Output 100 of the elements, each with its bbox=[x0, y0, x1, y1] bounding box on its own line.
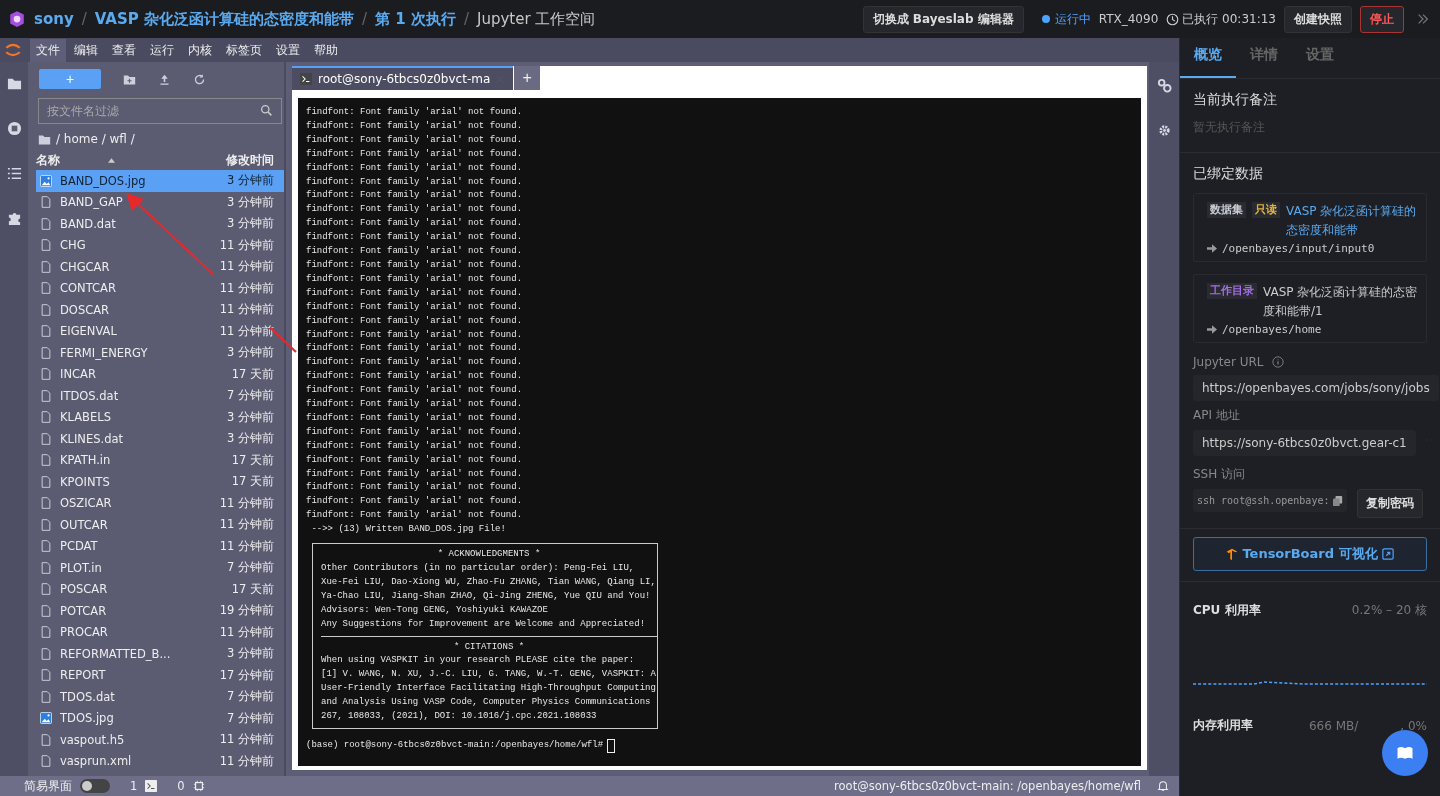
file-row[interactable]: PLOT.in 7 分钟前 bbox=[36, 557, 284, 579]
terminal-panel[interactable] bbox=[298, 98, 1141, 766]
file-name: POSCAR bbox=[60, 582, 109, 597]
menu-item[interactable]: 文件 bbox=[30, 38, 66, 62]
section-title: 当前执行备注 bbox=[1193, 91, 1278, 109]
ssh-field[interactable]: ssh root@ssh.openbaye: bbox=[1193, 489, 1348, 512]
collapse-icon[interactable] bbox=[1416, 12, 1430, 26]
file-row[interactable]: KLABELS 3 分钟前 bbox=[36, 406, 284, 428]
file-row[interactable]: KLINES.dat 3 分钟前 bbox=[36, 428, 284, 450]
gpu-label: RTX_4090 bbox=[1098, 12, 1159, 26]
arrow-icon bbox=[1207, 244, 1217, 253]
modified-time: 3 分钟前 bbox=[227, 216, 274, 232]
switch-editor-button[interactable]: 切换成 Bayeslab 编辑器 bbox=[862, 5, 1024, 33]
breadcrumb-link[interactable]: VASP 杂化泛函计算硅的态密度和能带 bbox=[94, 9, 354, 29]
menu-item[interactable]: 设置 bbox=[270, 38, 306, 62]
panel-tab[interactable]: 概览 bbox=[1180, 46, 1236, 78]
add-tab-button[interactable]: + bbox=[514, 66, 541, 90]
file-row[interactable]: KPOINTS 17 天前 bbox=[36, 471, 284, 493]
puzzle-icon[interactable] bbox=[6, 211, 22, 226]
file-row[interactable]: CHGCAR 11 分钟前 bbox=[36, 256, 284, 278]
file-row[interactable]: BAND_GAP 3 分钟前 bbox=[36, 191, 284, 213]
new-folder-icon[interactable] bbox=[123, 72, 136, 86]
terminal-line: findfont: Font family 'arial' not found. bbox=[306, 481, 524, 495]
file-row[interactable]: KPATH.in 17 天前 bbox=[36, 449, 284, 471]
file-row[interactable]: INCAR 17 天前 bbox=[36, 363, 284, 385]
folder-icon[interactable] bbox=[6, 76, 22, 91]
help-button[interactable] bbox=[1382, 730, 1428, 776]
file-row[interactable]: vasprun.xml 11 分钟前 bbox=[36, 750, 284, 772]
tensorboard-button[interactable]: TensorBoard 可视化 bbox=[1193, 537, 1427, 571]
file-row[interactable]: OUTCAR 11 分钟前 bbox=[36, 514, 284, 536]
upload-icon[interactable] bbox=[158, 72, 171, 86]
stop-circle-icon[interactable] bbox=[6, 121, 22, 136]
menu-item[interactable]: 帮助 bbox=[308, 38, 344, 62]
modified-time: 3 分钟前 bbox=[227, 409, 274, 425]
file-row[interactable]: CHG 11 分钟前 bbox=[36, 234, 284, 256]
file-row[interactable]: CONTCAR 11 分钟前 bbox=[36, 277, 284, 299]
simple-mode-label: 简易界面 bbox=[24, 778, 72, 794]
modified-time: 11 分钟前 bbox=[219, 538, 274, 554]
column-header[interactable]: 修改时间 bbox=[226, 151, 274, 169]
file-name: REPORT bbox=[60, 668, 107, 683]
file-row[interactable]: EIGENVAL 11 分钟前 bbox=[36, 320, 284, 342]
breadcrumb-link[interactable]: 第 1 次执行 bbox=[375, 9, 456, 29]
file-name: BAND_GAP bbox=[60, 195, 124, 210]
modified-time: 17 天前 bbox=[231, 452, 274, 468]
file-row[interactable]: BAND_DOS.jpg 3 分钟前 bbox=[36, 170, 284, 192]
file-name: KLINES.dat bbox=[60, 431, 125, 446]
column-header[interactable]: 名称 bbox=[36, 151, 60, 169]
folder-icon[interactable] bbox=[38, 132, 51, 146]
file-row[interactable]: POSCAR 17 天前 bbox=[36, 578, 284, 600]
menu-item[interactable]: 标签页 bbox=[220, 38, 268, 62]
terminal-tab[interactable]: root@sony-6tbcs0z0bvct-ma bbox=[292, 66, 514, 90]
copy-icon[interactable] bbox=[1333, 495, 1344, 506]
menu-item[interactable]: 内核 bbox=[182, 38, 218, 62]
file-name: BAND.dat bbox=[60, 216, 117, 231]
file-row[interactable]: REPORT 17 分钟前 bbox=[36, 664, 284, 686]
file-row[interactable]: POTCAR 19 分钟前 bbox=[36, 600, 284, 622]
url-field[interactable]: https://openbayes.com/jobs/sony/jobs bbox=[1193, 375, 1439, 401]
file-row[interactable]: BAND.dat 3 分钟前 bbox=[36, 213, 284, 235]
menu-item[interactable]: 编辑 bbox=[68, 38, 104, 62]
file-name: CHGCAR bbox=[60, 259, 111, 274]
file-icon bbox=[40, 454, 52, 467]
file-name: INCAR bbox=[60, 367, 97, 382]
file-icon bbox=[40, 196, 52, 209]
file-name: OUTCAR bbox=[60, 517, 109, 532]
file-name: TDOS.jpg bbox=[60, 711, 115, 726]
book-icon bbox=[1396, 745, 1414, 761]
dataset-link[interactable]: VASP 杂化泛函计算硅的态密度和能带 bbox=[1286, 202, 1420, 240]
menu-item[interactable]: 查看 bbox=[106, 38, 142, 62]
terminal-line: findfont: Font family 'arial' not found. bbox=[306, 175, 524, 189]
url-field[interactable]: https://sony-6tbcs0z0bvct.gear-c1 bbox=[1193, 430, 1416, 456]
copy-password-button[interactable]: 复制密码 bbox=[1357, 489, 1424, 518]
tag: 数据集 bbox=[1207, 202, 1246, 218]
cursor-icon bbox=[607, 738, 616, 753]
file-row[interactable]: TDOS.jpg 7 分钟前 bbox=[36, 707, 284, 729]
file-row[interactable]: FERMI_ENERGY 3 分钟前 bbox=[36, 342, 284, 364]
bell-icon[interactable] bbox=[1157, 780, 1169, 792]
folder-path[interactable]: / home / wfl / bbox=[56, 132, 135, 146]
gear-icon[interactable] bbox=[1156, 123, 1172, 138]
breadcrumb-link[interactable]: sony bbox=[34, 10, 74, 28]
filter-field[interactable]: 按文件名过滤 bbox=[38, 98, 282, 124]
file-row[interactable]: DOSCAR 11 分钟前 bbox=[36, 299, 284, 321]
terminal-line: findfont: Font family 'arial' not found. bbox=[306, 384, 524, 398]
terminal-line: findfont: Font family 'arial' not found. bbox=[306, 245, 524, 259]
simple-mode-toggle[interactable] bbox=[80, 779, 110, 793]
file-row[interactable]: PROCAR 11 分钟前 bbox=[36, 621, 284, 643]
stop-button[interactable]: 停止 bbox=[1360, 5, 1404, 33]
menu-item[interactable]: 运行 bbox=[144, 38, 180, 62]
snapshot-button[interactable]: 创建快照 bbox=[1284, 5, 1352, 33]
file-name: TDOS.dat bbox=[60, 689, 116, 704]
file-row[interactable]: ITDOS.dat 7 分钟前 bbox=[36, 385, 284, 407]
refresh-icon[interactable] bbox=[193, 72, 206, 86]
file-row[interactable]: PCDAT 11 分钟前 bbox=[36, 535, 284, 557]
file-row[interactable]: TDOS.dat 7 分钟前 bbox=[36, 686, 284, 708]
file-name: vasprun.xml bbox=[60, 754, 133, 769]
list-icon[interactable] bbox=[6, 166, 22, 181]
gears-icon[interactable] bbox=[1156, 78, 1172, 93]
modified-time: 7 分钟前 bbox=[227, 560, 274, 576]
file-row[interactable]: OSZICAR 11 分钟前 bbox=[36, 492, 284, 514]
file-row[interactable]: vaspout.h5 11 分钟前 bbox=[36, 729, 284, 751]
file-row[interactable]: REFORMATTED_B... 3 分钟前 bbox=[36, 643, 284, 665]
